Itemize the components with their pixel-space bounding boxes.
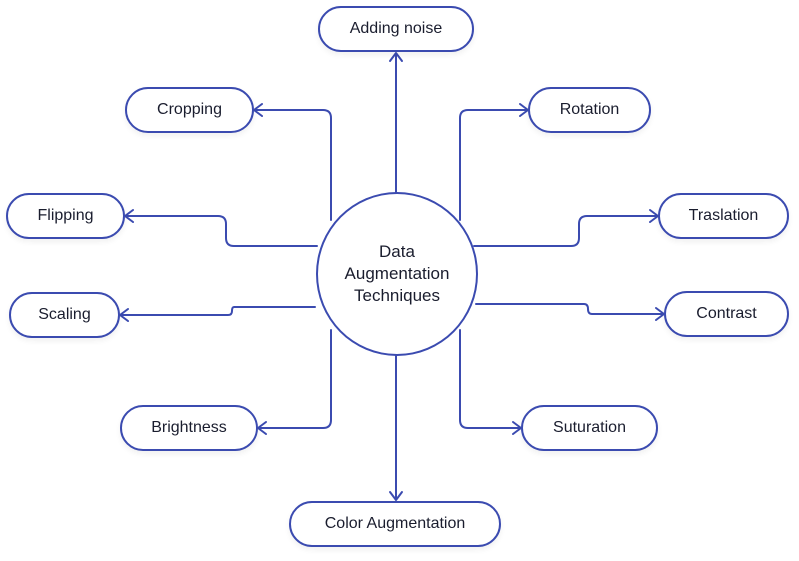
node-color-augmentation[interactable]: Color Augmentation bbox=[289, 501, 501, 547]
node-label: Scaling bbox=[38, 306, 91, 323]
node-adding-noise[interactable]: Adding noise bbox=[318, 6, 474, 52]
node-cropping[interactable]: Cropping bbox=[125, 87, 254, 133]
central-topic-node[interactable]: Data Augmentation Techniques bbox=[316, 192, 478, 356]
node-label: Rotation bbox=[559, 101, 620, 118]
node-rotation[interactable]: Rotation bbox=[528, 87, 651, 133]
node-traslation[interactable]: Traslation bbox=[658, 193, 789, 239]
edge-contrast bbox=[475, 303, 664, 315]
edge-traslation bbox=[473, 215, 658, 247]
central-topic-line: Techniques bbox=[353, 286, 440, 305]
node-scaling[interactable]: Scaling bbox=[9, 292, 120, 338]
edge-rotation bbox=[459, 109, 528, 221]
node-brightness[interactable]: Brightness bbox=[120, 405, 258, 451]
node-label: Adding noise bbox=[349, 20, 443, 37]
central-topic-line: Data bbox=[379, 242, 415, 261]
node-label: Suturation bbox=[553, 419, 626, 436]
node-label: Brightness bbox=[151, 419, 227, 436]
edge-cropping bbox=[254, 109, 332, 221]
edge-brightness bbox=[258, 329, 332, 429]
edge-scaling bbox=[120, 306, 316, 316]
edge-flipping bbox=[125, 215, 318, 247]
node-contrast[interactable]: Contrast bbox=[664, 291, 789, 337]
node-suturation[interactable]: Suturation bbox=[521, 405, 658, 451]
central-topic-line: Augmentation bbox=[344, 264, 450, 283]
node-label: Color Augmentation bbox=[324, 515, 466, 532]
node-flipping[interactable]: Flipping bbox=[6, 193, 125, 239]
node-label: Cropping bbox=[157, 101, 222, 118]
edge-suturation bbox=[459, 329, 521, 429]
node-label: Contrast bbox=[696, 305, 757, 322]
node-label: Flipping bbox=[37, 207, 94, 224]
node-label: Traslation bbox=[688, 207, 759, 224]
